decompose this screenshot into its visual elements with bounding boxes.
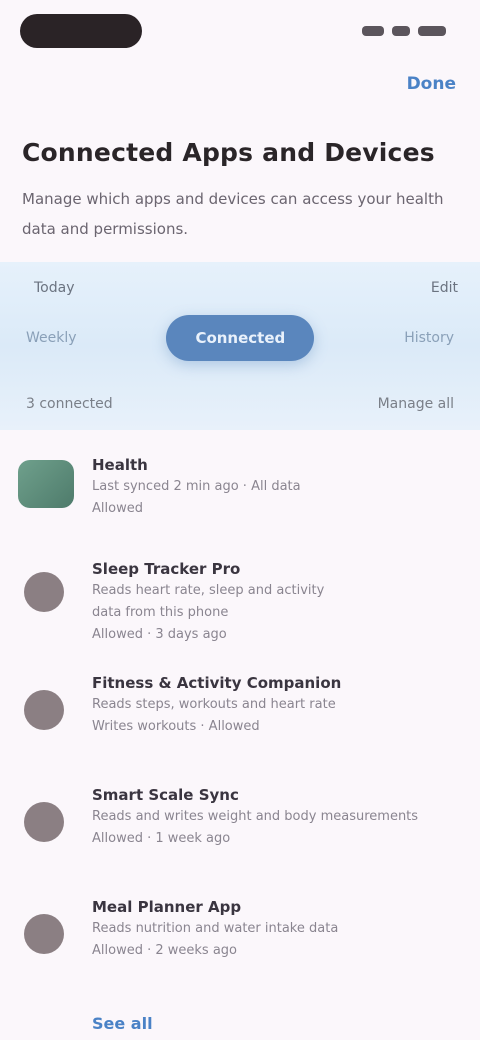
item-title: Sleep Tracker Pro bbox=[92, 560, 241, 578]
item-line: data from this phone bbox=[92, 605, 229, 620]
item-line: Reads heart rate, sleep and activity bbox=[92, 583, 325, 598]
signal-icon bbox=[362, 26, 384, 36]
item-line: Reads and writes weight and body measure… bbox=[92, 809, 419, 824]
wifi-icon bbox=[392, 26, 410, 36]
hero-label: Today bbox=[34, 280, 75, 296]
status-pill bbox=[20, 14, 142, 48]
item-line: Reads nutrition and water intake data bbox=[92, 921, 339, 936]
segment-history[interactable]: History bbox=[398, 330, 460, 346]
done-button[interactable]: Done bbox=[407, 74, 456, 94]
item-line: Allowed · 2 weeks ago bbox=[92, 943, 237, 958]
list-item[interactable]: Health Last synced 2 min ago · All data … bbox=[0, 446, 480, 534]
item-line: Reads steps, workouts and heart rate bbox=[92, 697, 336, 712]
item-line: Allowed · 1 week ago bbox=[92, 831, 231, 846]
status-icons bbox=[354, 24, 446, 38]
item-line: Last synced 2 min ago · All data bbox=[92, 479, 301, 494]
avatar bbox=[24, 802, 64, 842]
manage-all-link[interactable]: Manage all bbox=[378, 396, 454, 412]
page-title: Connected Apps and Devices bbox=[22, 138, 435, 167]
status-bar bbox=[0, 0, 480, 64]
battery-icon bbox=[418, 26, 446, 36]
segment-connected[interactable]: Connected bbox=[166, 315, 315, 361]
segment-weekly[interactable]: Weekly bbox=[20, 330, 83, 346]
list-item[interactable]: Meal Planner App Reads nutrition and wat… bbox=[0, 892, 480, 992]
avatar bbox=[24, 914, 64, 954]
avatar bbox=[24, 572, 64, 612]
item-title: Smart Scale Sync bbox=[92, 786, 239, 804]
item-title: Health bbox=[92, 456, 148, 474]
item-title: Fitness & Activity Companion bbox=[92, 674, 342, 692]
item-line: Allowed bbox=[92, 501, 143, 516]
connected-count: 3 connected bbox=[26, 396, 113, 412]
hero-edit-link[interactable]: Edit bbox=[431, 280, 458, 296]
item-title: Meal Planner App bbox=[92, 898, 242, 916]
see-all-link[interactable]: See all bbox=[92, 1014, 153, 1033]
segmented-control: Weekly Connected History bbox=[20, 312, 460, 364]
avatar bbox=[24, 690, 64, 730]
list-item[interactable]: Fitness & Activity Companion Reads steps… bbox=[0, 664, 480, 780]
connected-list: Health Last synced 2 min ago · All data … bbox=[0, 446, 480, 992]
list-item[interactable]: Smart Scale Sync Reads and writes weight… bbox=[0, 780, 480, 892]
title-block: Connected Apps and Devices Manage which … bbox=[22, 136, 452, 244]
item-line: Allowed · 3 days ago bbox=[92, 627, 227, 642]
item-line: Writes workouts · Allowed bbox=[92, 719, 260, 734]
app-icon bbox=[18, 460, 74, 508]
list-item[interactable]: Sleep Tracker Pro Reads heart rate, slee… bbox=[0, 534, 480, 664]
page-subtitle: Manage which apps and devices can access… bbox=[22, 190, 444, 238]
